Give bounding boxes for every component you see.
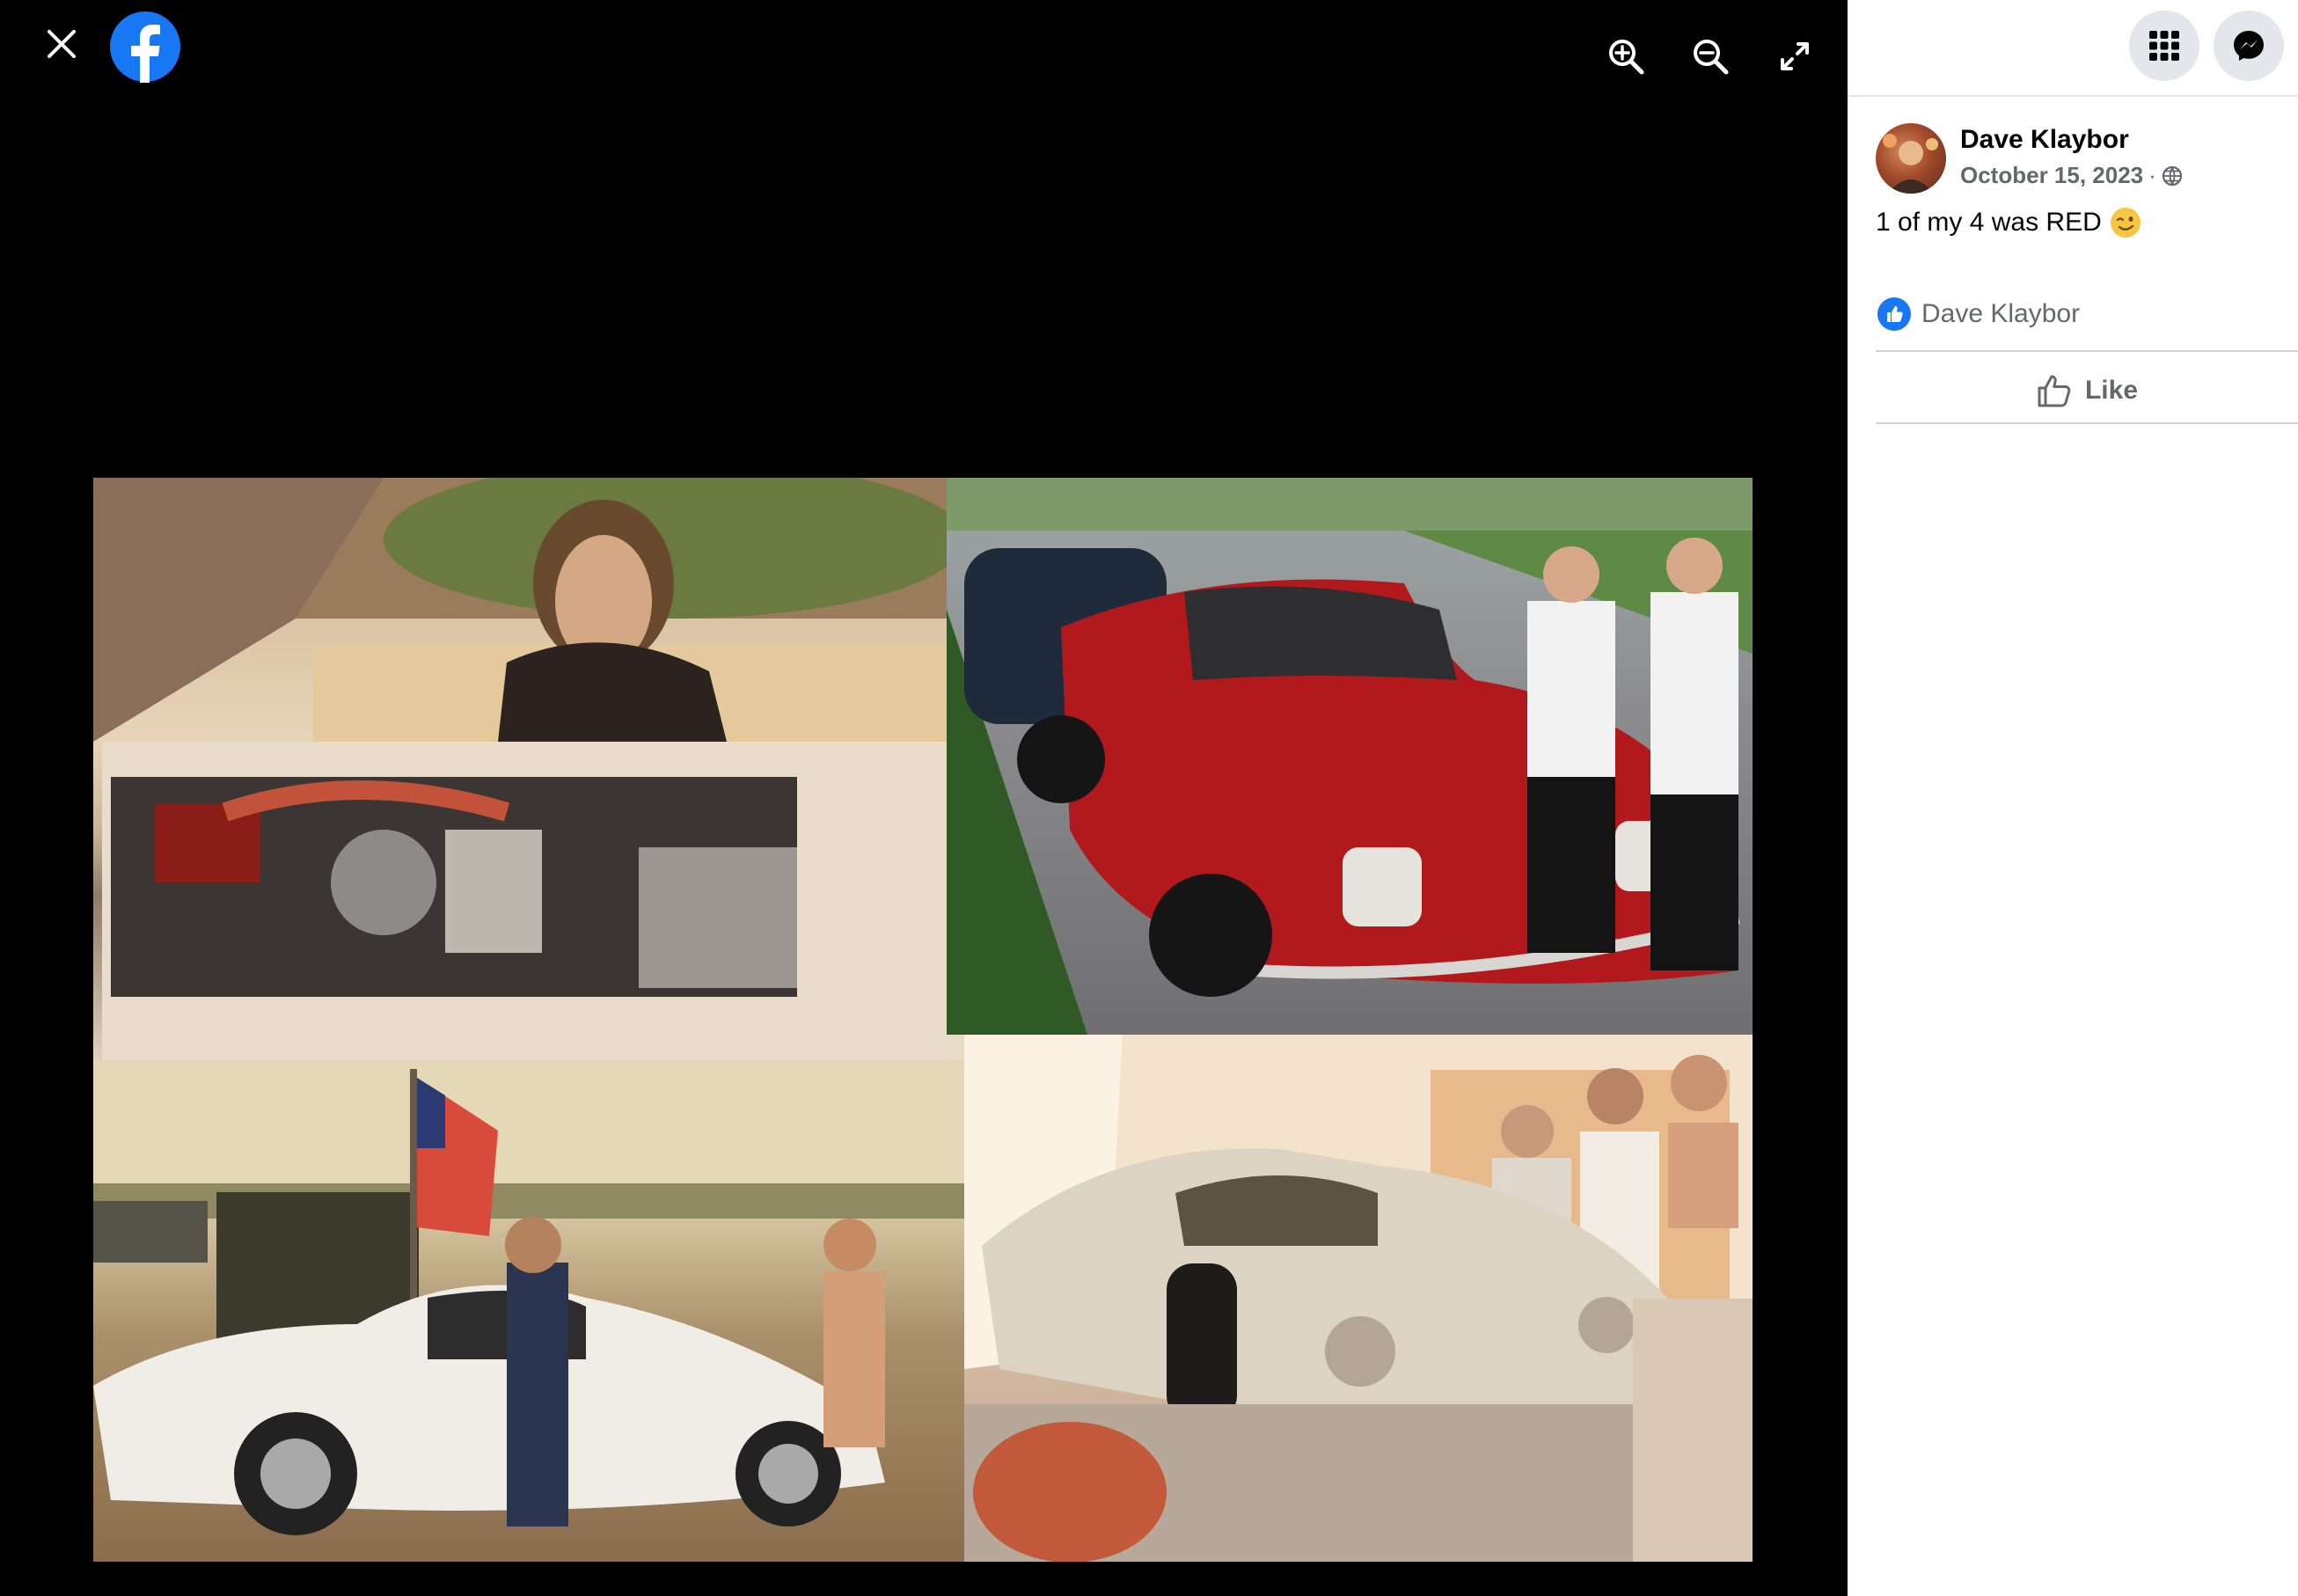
post-text: 1 of my 4 was RED	[1876, 208, 2141, 238]
photo-red-car	[947, 478, 1753, 1035]
post-sidebar: Dave Klaybor October 15, 2023 · 1 of my …	[1848, 0, 2298, 1596]
post-date[interactable]: October 15, 2023	[1960, 162, 2143, 189]
reactor-names: Dave Klaybor	[1921, 299, 2081, 328]
author-name[interactable]: Dave Klaybor	[1960, 125, 2129, 155]
post-text-content: 1 of my 4 was RED	[1876, 208, 2102, 237]
reactions-summary[interactable]: Dave Klaybor	[1877, 297, 2080, 331]
zoom-in-icon	[1609, 40, 1644, 75]
facebook-logo-link[interactable]	[109, 11, 181, 83]
zoom-in-button[interactable]	[1599, 30, 1652, 83]
photo-engine-bay	[93, 478, 947, 1060]
meta-separator: ·	[2148, 162, 2156, 188]
photo-garage-restoration	[964, 1035, 1753, 1562]
like-reaction-icon	[1877, 297, 1911, 331]
sidebar-top-bar	[1848, 0, 2298, 97]
avatar[interactable]	[1876, 123, 1946, 194]
avatar-image	[1883, 134, 1938, 194]
divider	[1876, 422, 2298, 424]
zoom-out-icon	[1694, 40, 1729, 75]
thumbs-up-icon	[2038, 375, 2071, 407]
menu-button[interactable]	[2129, 11, 2199, 81]
close-icon	[48, 30, 76, 58]
zoom-out-button[interactable]	[1684, 30, 1737, 83]
post-photo[interactable]	[93, 478, 1753, 1562]
photo-white-car-flag	[93, 1060, 964, 1562]
fullscreen-button[interactable]	[1768, 30, 1821, 83]
photo-viewer	[0, 0, 1848, 1596]
globe-icon[interactable]	[2162, 165, 2183, 187]
wink-emoji-icon	[2110, 208, 2141, 238]
close-button[interactable]	[35, 18, 88, 70]
messenger-button[interactable]	[2214, 11, 2284, 81]
fullscreen-icon	[1781, 42, 1809, 70]
messenger-icon	[2234, 31, 2264, 61]
like-button[interactable]: Like	[1876, 361, 2298, 421]
post-meta: October 15, 2023 ·	[1960, 162, 2183, 189]
facebook-logo-icon	[110, 11, 180, 83]
grid-menu-icon	[2149, 31, 2179, 61]
divider	[1876, 350, 2298, 352]
like-button-label: Like	[2084, 376, 2139, 405]
